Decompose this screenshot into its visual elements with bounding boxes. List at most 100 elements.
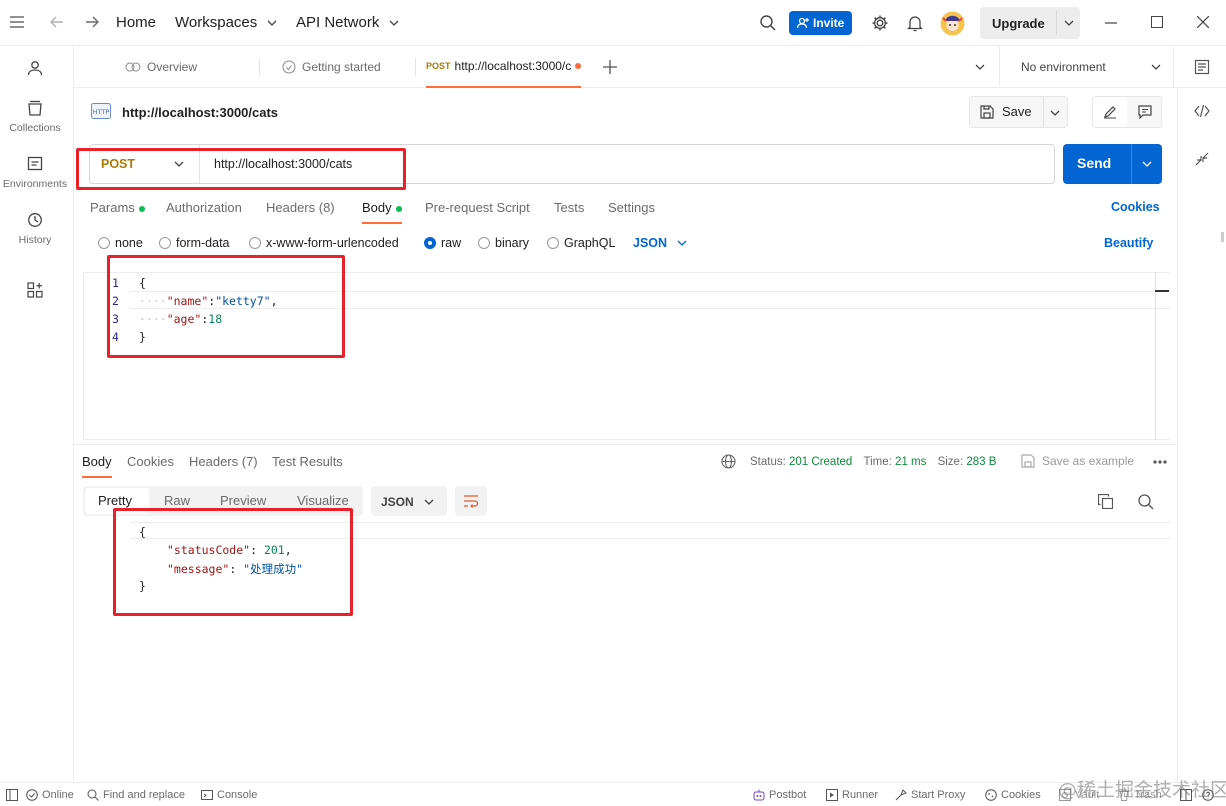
tab-response-cookies[interactable]: Cookies: [127, 454, 174, 469]
collapse-icon[interactable]: [1195, 152, 1209, 166]
search-icon[interactable]: [760, 15, 776, 31]
cookies-button[interactable]: Cookies: [985, 789, 1041, 801]
radio-label: raw: [441, 236, 462, 250]
view-visualize[interactable]: Visualize: [297, 493, 349, 508]
environment-selector[interactable]: No environment: [1021, 60, 1106, 74]
save-as-example-button[interactable]: Save as example: [1021, 454, 1134, 468]
status-badge[interactable]: 201 Created: [789, 456, 852, 468]
panel-scroll-handle[interactable]: [1221, 232, 1224, 242]
divider: [259, 58, 260, 76]
http-icon: HTTP: [91, 103, 111, 119]
back-arrow-icon[interactable]: [50, 16, 64, 28]
comments-button[interactable]: [1129, 97, 1162, 127]
tab-active-request[interactable]: POST http://localhost:3000/c: [426, 46, 581, 88]
send-button[interactable]: Send: [1077, 155, 1111, 171]
postbot-button[interactable]: Postbot: [753, 789, 806, 801]
tab-getting-started[interactable]: Getting started: [282, 46, 381, 88]
save-button[interactable]: Save: [980, 104, 1032, 119]
environment-quick-look-icon[interactable]: [1194, 59, 1210, 75]
gear-icon[interactable]: [871, 14, 889, 32]
save-label: Save: [1002, 104, 1032, 119]
tab-settings[interactable]: Settings: [608, 200, 655, 215]
maximize-icon[interactable]: [1151, 16, 1163, 28]
chevron-down-icon[interactable]: [1151, 64, 1161, 70]
sidebar-item-collections[interactable]: Collections: [0, 100, 70, 134]
tab-label: http://localhost:3000/c: [454, 59, 571, 73]
response-meta: Status: 201 Created Time: 21 ms Size: 28…: [750, 456, 996, 468]
online-status[interactable]: Online: [26, 789, 74, 801]
radio-urlencoded[interactable]: x-www-form-urlencoded: [249, 236, 399, 250]
response-format-select[interactable]: JSON: [371, 486, 447, 516]
time-value[interactable]: 21 ms: [895, 456, 926, 468]
tab-body[interactable]: Body: [362, 200, 402, 224]
view-preview[interactable]: Preview: [220, 493, 266, 508]
svg-text:HTTP: HTTP: [93, 108, 110, 116]
tab-overview[interactable]: Overview: [125, 46, 197, 88]
runner-button[interactable]: Runner: [826, 789, 878, 801]
forward-arrow-icon[interactable]: [85, 16, 99, 28]
radio-none[interactable]: none: [98, 236, 143, 250]
minimize-icon[interactable]: [1105, 22, 1117, 24]
editor-scrollbar-cursor: [1155, 290, 1169, 292]
view-raw[interactable]: Raw: [164, 493, 190, 508]
home-link[interactable]: Home: [116, 14, 156, 31]
invite-button[interactable]: Invite: [789, 11, 853, 35]
annotation-box: [113, 508, 353, 616]
sidebar-item-environments[interactable]: Environments: [0, 156, 70, 190]
beautify-link[interactable]: Beautify: [1104, 236, 1153, 250]
menu-icon[interactable]: [10, 16, 24, 28]
upgrade-button[interactable]: Upgrade: [980, 7, 1080, 39]
radio-raw[interactable]: raw: [424, 236, 461, 250]
copy-icon[interactable]: [1098, 494, 1113, 509]
radio-binary[interactable]: binary: [478, 236, 529, 250]
tab-response-headers[interactable]: Headers (7): [189, 454, 258, 469]
tab-response-body[interactable]: Body: [82, 454, 112, 478]
response-divider[interactable]: [74, 444, 1177, 445]
radio-label: GraphQL: [564, 236, 616, 250]
tab-label: Overview: [147, 60, 198, 74]
title-bar: Home Workspaces API Network Invite Upgra…: [0, 0, 1226, 46]
chevron-down-icon[interactable]: [1050, 110, 1060, 116]
radio-form-data[interactable]: form-data: [159, 236, 230, 250]
search-icon[interactable]: [1138, 494, 1154, 510]
avatar[interactable]: [940, 11, 965, 36]
close-icon[interactable]: [1197, 16, 1209, 28]
proxy-icon: [895, 789, 907, 801]
wrap-lines-button[interactable]: [455, 486, 487, 516]
workspaces-menu[interactable]: Workspaces: [175, 14, 277, 31]
toggle-sidebar-icon[interactable]: [6, 789, 18, 801]
new-tab-plus-icon[interactable]: [603, 60, 617, 74]
radio-graphql[interactable]: GraphQL: [547, 236, 615, 250]
find-replace-button[interactable]: Find and replace: [87, 789, 185, 801]
bell-icon[interactable]: [907, 14, 923, 32]
edit-button[interactable]: [1093, 97, 1127, 127]
cookies-link[interactable]: Cookies: [1111, 200, 1160, 214]
sidebar-item-account[interactable]: [0, 60, 70, 82]
chevron-down-icon: [267, 20, 277, 26]
sidebar-item-configure[interactable]: [0, 282, 70, 304]
editor-scrollbar-track[interactable]: [1155, 272, 1156, 440]
runner-label: Runner: [842, 789, 879, 801]
tab-headers[interactable]: Headers (8): [266, 200, 335, 215]
tab-tests[interactable]: Tests: [554, 200, 584, 215]
tabs-dropdown-chevron-icon[interactable]: [975, 64, 985, 70]
chevron-down-icon[interactable]: [1142, 161, 1152, 167]
chevron-down-icon[interactable]: [1064, 20, 1074, 26]
start-proxy-button[interactable]: Start Proxy: [895, 789, 965, 801]
tab-test-results[interactable]: Test Results: [272, 454, 343, 469]
sidebar-item-history[interactable]: History: [0, 212, 70, 246]
format-select[interactable]: JSON: [633, 236, 687, 250]
tab-params[interactable]: Params: [90, 200, 145, 215]
size-value[interactable]: 283 B: [966, 456, 996, 468]
tab-authorization[interactable]: Authorization: [166, 200, 242, 215]
globe-icon[interactable]: [721, 454, 736, 469]
code-icon[interactable]: [1194, 104, 1210, 118]
tab-pre-request-script[interactable]: Pre-request Script: [425, 200, 530, 215]
request-title[interactable]: http://localhost:3000/cats: [122, 105, 278, 120]
check-circle-icon: [26, 789, 38, 801]
save-icon: [980, 104, 994, 119]
api-network-menu[interactable]: API Network: [296, 14, 399, 31]
more-options-icon[interactable]: [1153, 460, 1167, 464]
console-button[interactable]: Console: [201, 789, 257, 801]
view-pretty[interactable]: Pretty: [98, 493, 132, 508]
